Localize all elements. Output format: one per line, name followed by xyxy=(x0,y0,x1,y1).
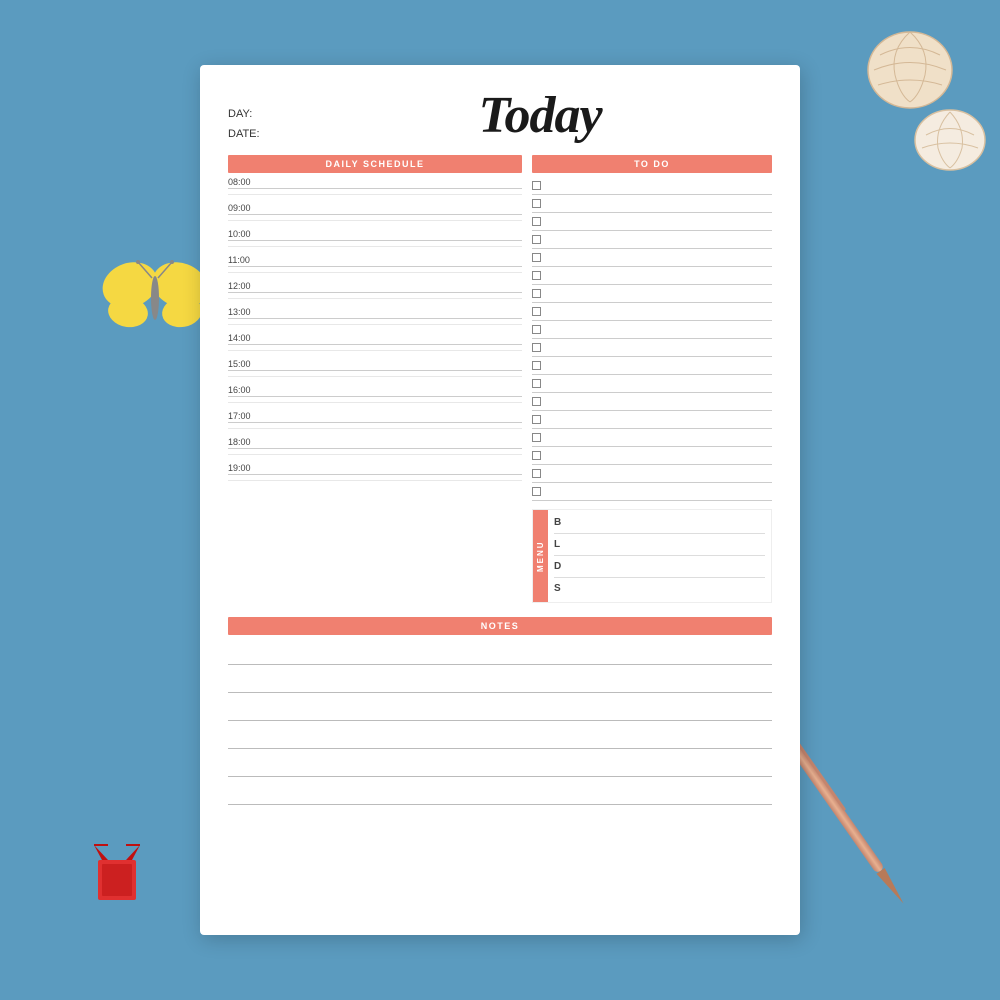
time-label-12: 12:00 xyxy=(228,281,522,291)
todo-checkbox[interactable] xyxy=(532,199,541,208)
menu-items-list: B L D S xyxy=(548,510,771,602)
schedule-time-16: 16:00 xyxy=(228,385,522,409)
todo-item[interactable] xyxy=(532,285,772,303)
todo-item[interactable] xyxy=(532,303,772,321)
schedule-time-12: 12:00 xyxy=(228,281,522,305)
todo-item[interactable] xyxy=(532,195,772,213)
todo-checkbox[interactable] xyxy=(532,217,541,226)
todo-item[interactable] xyxy=(532,465,772,483)
schedule-time-13: 13:00 xyxy=(228,307,522,331)
time-label-08: 08:00 xyxy=(228,177,522,187)
time-label-16: 16:00 xyxy=(228,385,522,395)
notes-line[interactable] xyxy=(228,781,772,805)
todo-checkbox[interactable] xyxy=(532,451,541,460)
date-label: DATE: xyxy=(228,125,308,145)
todo-checkbox[interactable] xyxy=(532,361,541,370)
todo-checkbox[interactable] xyxy=(532,271,541,280)
todo-item[interactable] xyxy=(532,483,772,501)
notes-section: NOTES xyxy=(228,617,772,805)
todo-item[interactable] xyxy=(532,357,772,375)
todo-header: TO DO xyxy=(532,155,772,173)
schedule-time-19: 19:00 xyxy=(228,463,522,487)
daily-schedule-column: DAILY SCHEDULE 08:00 09:00 10:00 11:00 xyxy=(228,155,522,603)
menu-letter-d: D xyxy=(554,561,561,572)
notes-line[interactable] xyxy=(228,697,772,721)
menu-item-b[interactable]: B xyxy=(554,512,765,534)
todo-checkbox[interactable] xyxy=(532,343,541,352)
time-label-18: 18:00 xyxy=(228,437,522,447)
header-section: DAY: DATE: Today xyxy=(228,95,772,145)
schedule-time-18: 18:00 xyxy=(228,437,522,461)
todo-item[interactable] xyxy=(532,411,772,429)
time-label-17: 17:00 xyxy=(228,411,522,421)
menu-item-l[interactable]: L xyxy=(554,534,765,556)
todo-item[interactable] xyxy=(532,321,772,339)
schedule-time-09: 09:00 xyxy=(228,203,522,227)
time-label-09: 09:00 xyxy=(228,203,522,213)
notes-line[interactable] xyxy=(228,753,772,777)
planner-paper: DAY: DATE: Today DAILY SCHEDULE 08:00 09… xyxy=(200,65,800,935)
day-label: DAY: xyxy=(228,105,308,125)
todo-checkbox[interactable] xyxy=(532,397,541,406)
menu-letter-b: B xyxy=(554,517,561,528)
todo-checkbox[interactable] xyxy=(532,487,541,496)
time-label-10: 10:00 xyxy=(228,229,522,239)
todo-checkbox[interactable] xyxy=(532,307,541,316)
page-title: Today xyxy=(308,90,772,142)
todo-item[interactable] xyxy=(532,213,772,231)
todo-item[interactable] xyxy=(532,447,772,465)
todo-item[interactable] xyxy=(532,339,772,357)
todo-checkbox[interactable] xyxy=(532,253,541,262)
todo-item[interactable] xyxy=(532,231,772,249)
notes-lines xyxy=(228,641,772,805)
schedule-header: DAILY SCHEDULE xyxy=(228,155,522,173)
schedule-time-11: 11:00 xyxy=(228,255,522,279)
time-label-11: 11:00 xyxy=(228,255,522,265)
schedule-time-15: 15:00 xyxy=(228,359,522,383)
time-label-14: 14:00 xyxy=(228,333,522,343)
notes-line[interactable] xyxy=(228,669,772,693)
menu-letter-s: S xyxy=(554,583,561,594)
menu-section: MENU B L D S xyxy=(532,509,772,603)
todo-column: TO DO MENU xyxy=(532,155,772,603)
todo-item[interactable] xyxy=(532,249,772,267)
todo-item[interactable] xyxy=(532,267,772,285)
schedule-time-14: 14:00 xyxy=(228,333,522,357)
menu-label: MENU xyxy=(533,510,548,602)
todo-checkbox[interactable] xyxy=(532,235,541,244)
schedule-time-10: 10:00 xyxy=(228,229,522,253)
todo-checkbox[interactable] xyxy=(532,181,541,190)
todo-item[interactable] xyxy=(532,177,772,195)
todo-checkbox[interactable] xyxy=(532,379,541,388)
shell-decoration-1 xyxy=(860,20,960,110)
todo-item[interactable] xyxy=(532,375,772,393)
main-columns: DAILY SCHEDULE 08:00 09:00 10:00 11:00 xyxy=(228,155,772,603)
todo-checkbox[interactable] xyxy=(532,325,541,334)
time-label-19: 19:00 xyxy=(228,463,522,473)
todo-checkbox[interactable] xyxy=(532,289,541,298)
butterfly-decoration xyxy=(100,250,210,340)
todo-checkbox[interactable] xyxy=(532,469,541,478)
schedule-time-08: 08:00 xyxy=(228,177,522,201)
todo-checkbox[interactable] xyxy=(532,433,541,442)
menu-item-d[interactable]: D xyxy=(554,556,765,578)
time-label-15: 15:00 xyxy=(228,359,522,369)
todo-item[interactable] xyxy=(532,393,772,411)
todo-checkbox[interactable] xyxy=(532,415,541,424)
notes-line[interactable] xyxy=(228,725,772,749)
todo-item[interactable] xyxy=(532,429,772,447)
menu-letter-l: L xyxy=(554,539,560,550)
notes-line[interactable] xyxy=(228,641,772,665)
menu-item-s[interactable]: S xyxy=(554,578,765,600)
day-date-labels: DAY: DATE: xyxy=(228,105,308,145)
time-label-13: 13:00 xyxy=(228,307,522,317)
shell-decoration-2 xyxy=(910,100,990,175)
notes-header: NOTES xyxy=(228,617,772,635)
binder-clip-decoration xyxy=(90,840,145,910)
schedule-time-17: 17:00 xyxy=(228,411,522,435)
